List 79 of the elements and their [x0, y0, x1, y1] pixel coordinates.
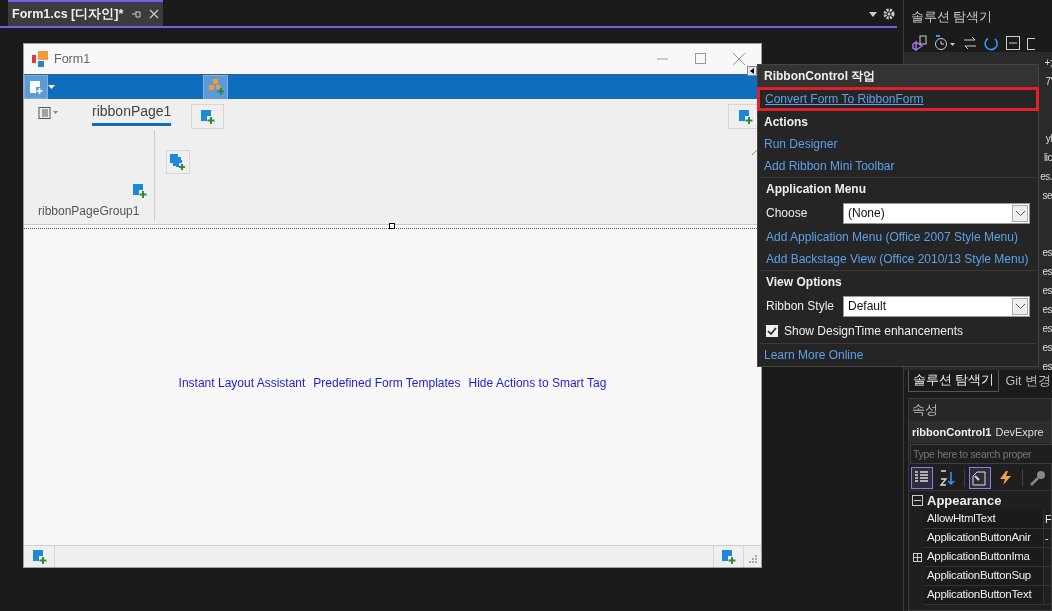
panel-tab[interactable]: 솔루션 탐색기: [908, 370, 1000, 392]
property-name: AllowHtmlText: [927, 511, 996, 527]
panel-title: 솔루션 탐색기: [910, 8, 994, 26]
ribbon-group-label: ribbonPageGroup1: [37, 203, 141, 220]
add-item-icon[interactable]: [200, 108, 216, 124]
property-value: -: [1045, 530, 1049, 546]
sync-icon[interactable]: [963, 36, 977, 50]
dropdown-field[interactable]: Default: [843, 295, 1030, 317]
obscured-text: es: [1042, 303, 1052, 317]
obscured-text: se: [1042, 189, 1052, 203]
property-name: ApplicationButtonAnir: [927, 530, 1031, 546]
window-title: Form1: [54, 50, 91, 68]
settings-icon[interactable]: [883, 8, 895, 20]
add-item-icon[interactable]: [132, 183, 147, 198]
category-header[interactable]: Appearance: [927, 490, 1002, 511]
checkbox-label: Show DesignTime enhancements: [784, 323, 963, 340]
obscured-text: yl: [1045, 132, 1052, 146]
designer-link[interactable]: Hide Actions to Smart Tag: [468, 374, 607, 392]
obscured-text: es: [1042, 322, 1052, 336]
collapse-icon[interactable]: [912, 495, 923, 506]
maximize-icon[interactable]: [695, 53, 707, 65]
add-item-icon[interactable]: [31, 549, 47, 564]
panel-header: RibbonControl 작업: [758, 65, 1038, 87]
smart-tag-glyph[interactable]: [747, 66, 757, 76]
dropdown-icon[interactable]: [869, 11, 877, 17]
components-icon: [207, 79, 224, 95]
resize-handle[interactable]: [389, 223, 395, 229]
ribbon-page-tab[interactable]: ribbonPage1: [92, 100, 172, 126]
field-label: Ribbon Style: [766, 298, 836, 315]
dropdown-icon[interactable]: [48, 85, 55, 89]
checkbox[interactable]: [766, 325, 778, 337]
expand-icon[interactable]: [912, 553, 922, 562]
refresh-icon[interactable]: [984, 35, 999, 51]
collapse-all-icon[interactable]: [1006, 36, 1020, 50]
add-item-icon[interactable]: [721, 549, 736, 564]
history-icon[interactable]: [934, 35, 956, 51]
designer-link[interactable]: Predefined Form Templates: [313, 374, 461, 392]
property-value: F: [1045, 511, 1051, 527]
add-item-icon[interactable]: [737, 108, 753, 124]
obscured-text: lic: [1044, 151, 1052, 165]
obscured-text: es: [1042, 284, 1052, 298]
add-component-button[interactable]: [203, 74, 228, 100]
learn-more-link[interactable]: Learn More Online: [764, 345, 864, 364]
pin-icon[interactable]: [131, 9, 142, 19]
property-name: ApplicationButtonText: [927, 587, 1032, 603]
action-link[interactable]: Add Ribbon Mini Toolbar: [764, 155, 1032, 177]
property-name: ApplicationButtonSup: [927, 568, 1031, 584]
obscured-text: es: [1042, 246, 1052, 260]
resize-grip-icon[interactable]: [748, 554, 757, 563]
dropdown-field[interactable]: (None): [843, 202, 1030, 224]
menu-icon[interactable]: [38, 107, 60, 119]
field-label: Choose: [766, 205, 809, 222]
section-heading: Application Menu: [766, 181, 867, 198]
document-tab[interactable]: Form1.cs [디자인]*: [8, 0, 164, 26]
copy-icon[interactable]: [1027, 36, 1035, 50]
add-item-icon: [29, 80, 43, 94]
app-logo-icon: [32, 51, 48, 67]
obscured-text: es.: [1040, 170, 1052, 184]
action-link[interactable]: Add Application Menu (Office 2007 Style Menu): [766, 226, 1030, 248]
properties-icon[interactable]: [968, 466, 992, 489]
caret-icon[interactable]: [1015, 210, 1025, 216]
section-heading: View Options: [766, 274, 843, 291]
action-link[interactable]: Add Backstage View (Office 2010/13 Style Menu): [766, 248, 1030, 270]
object-type: DevExpre: [995, 424, 1044, 440]
obscured-text: 7': [1045, 75, 1052, 89]
object-name: ribbonControl1: [912, 424, 992, 440]
section-heading: Actions: [764, 114, 809, 131]
panel-title: 속성: [909, 399, 1051, 421]
caret-icon[interactable]: [1015, 303, 1025, 309]
categorized-icon[interactable]: [911, 466, 934, 489]
obscured-text: es: [1042, 265, 1052, 279]
close-icon[interactable]: [149, 9, 160, 19]
obscured-text: es: [1042, 341, 1052, 355]
solution-icon[interactable]: [911, 35, 927, 51]
designer-link[interactable]: Instant Layout Assistant: [178, 374, 306, 392]
property-name: ApplicationButtonIma: [927, 549, 1030, 565]
search-field[interactable]: Type here to search proper: [910, 444, 1052, 464]
obscured-text: +;: [1044, 56, 1052, 70]
action-link[interactable]: Run Designer: [764, 133, 1032, 155]
